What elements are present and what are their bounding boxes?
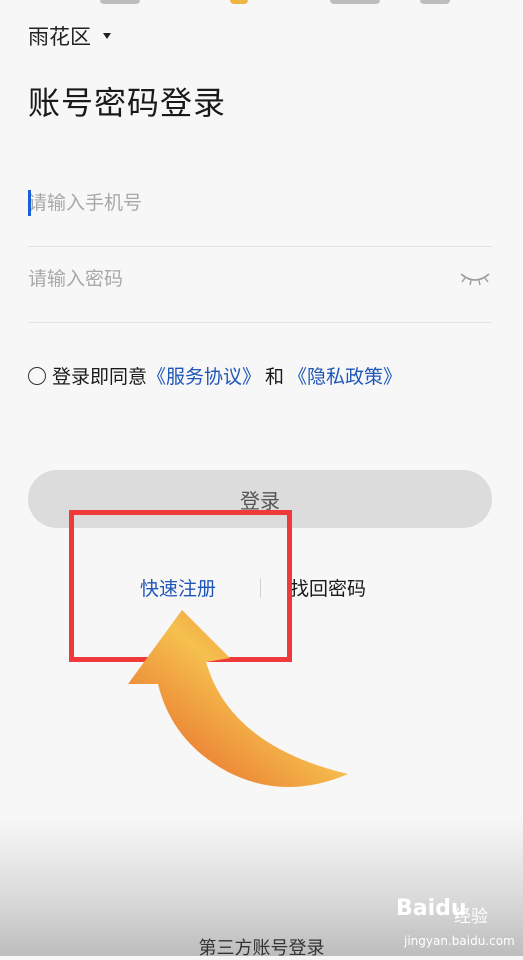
page-title: 账号密码登录 (28, 84, 227, 122)
status-bar (0, 0, 523, 8)
agreement-radio[interactable] (28, 366, 46, 385)
eye-closed-icon[interactable] (458, 266, 492, 288)
text-cursor (28, 190, 31, 216)
password-input[interactable] (28, 268, 428, 290)
phone-field (28, 160, 492, 247)
region-selector[interactable]: 雨花区 (28, 20, 111, 52)
agreement-and: 和 (265, 366, 285, 388)
service-agreement-link[interactable]: 《服务协议》 (147, 362, 261, 389)
password-field (28, 236, 492, 323)
curved-arrow-icon (128, 610, 348, 788)
chevron-down-icon (103, 33, 111, 39)
agreement-row: 登录即同意 《服务协议》 和 《隐私政策》 (28, 362, 402, 389)
phone-input[interactable] (28, 192, 428, 214)
watermark-url: jingyan.baidu.com (404, 934, 515, 948)
agreement-prefix: 登录即同意 (52, 366, 148, 388)
baidu-watermark: Baidu 经验 jingyan.baidu.com (396, 896, 520, 952)
region-label: 雨花区 (28, 25, 91, 49)
privacy-policy-link[interactable]: 《隐私政策》 (288, 362, 402, 389)
watermark-suffix: 经验 (454, 907, 488, 927)
